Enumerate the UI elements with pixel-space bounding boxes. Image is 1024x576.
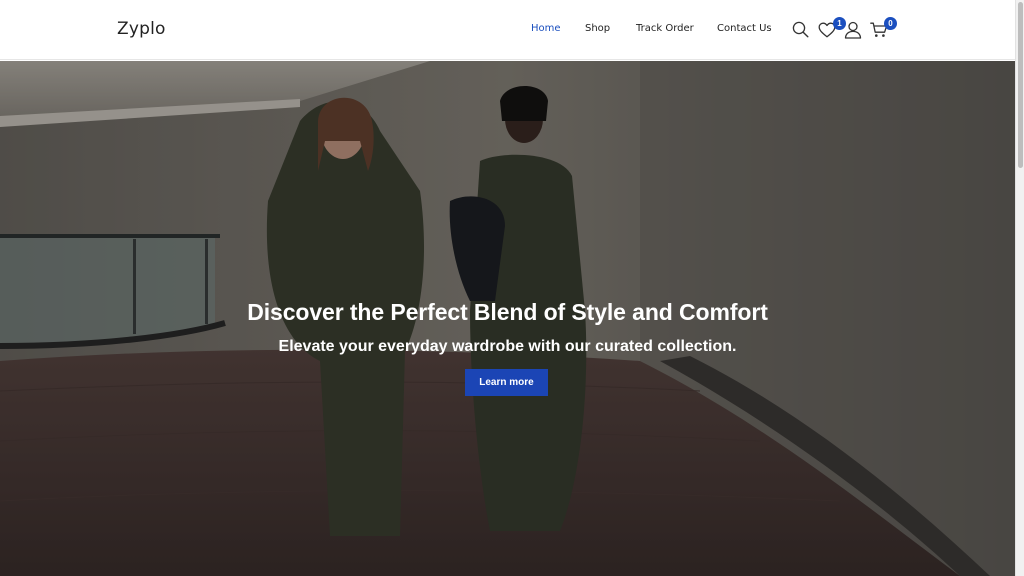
user-icon — [844, 21, 862, 39]
site-header: Zyplo Home Shop Track Order Contact Us 1 — [0, 0, 1015, 60]
site-logo[interactable]: Zyplo — [117, 19, 166, 39]
hero-subtitle: Elevate your everyday wardrobe with our … — [278, 338, 737, 355]
account-button[interactable] — [844, 21, 862, 39]
search-icon — [792, 21, 809, 38]
search-button[interactable] — [792, 21, 809, 38]
page-scrollbar[interactable] — [1015, 0, 1024, 576]
nav-home-link[interactable]: Home — [531, 23, 561, 34]
nav-track-order-link[interactable]: Track Order — [636, 23, 694, 34]
hero-title: Discover the Perfect Blend of Style and … — [247, 299, 768, 325]
scrollbar-thumb[interactable] — [1018, 2, 1023, 168]
cart-count-badge: 0 — [884, 17, 897, 30]
learn-more-button[interactable]: Learn more — [465, 369, 548, 396]
nav-contact-us-link[interactable]: Contact Us — [717, 23, 772, 34]
nav-shop-link[interactable]: Shop — [585, 23, 610, 34]
hero-banner: Discover the Perfect Blend of Style and … — [0, 61, 1015, 576]
